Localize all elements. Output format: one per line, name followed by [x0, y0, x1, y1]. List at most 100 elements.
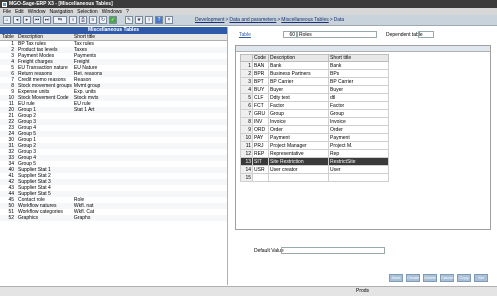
grid-row[interactable]: 11 PRJ Project Manager Project M. [240, 141, 389, 150]
cell-code[interactable]: INV [252, 117, 269, 126]
refresh-icon[interactable]: ↻ [99, 16, 107, 24]
cell-short-title[interactable]: Factor [328, 101, 389, 110]
menu-help[interactable]: ? [126, 9, 129, 15]
tools-icon[interactable]: ✎ [125, 16, 133, 24]
grid-header-description[interactable]: Description [268, 54, 329, 62]
cell-short-title[interactable]: RestrictSite [328, 157, 389, 166]
breadcrumb-data-params[interactable]: Data and parameters [229, 17, 276, 23]
cell-short-title[interactable]: BP Carrier [328, 77, 389, 86]
last-icon[interactable]: ⏭ [43, 16, 51, 24]
grid-row[interactable]: 10 PAY Payment Payment [240, 133, 389, 142]
grid-row[interactable]: 3 BPT BP Carrier BP Carrier [240, 77, 389, 86]
table-number-field[interactable]: 60 [283, 31, 297, 38]
default-value-field[interactable] [281, 247, 385, 254]
cell-code[interactable]: FCT [252, 101, 269, 110]
save-button[interactable]: Save [389, 274, 403, 282]
cell-description[interactable]: Payment [268, 133, 329, 142]
cell-short-title[interactable]: Payment [328, 133, 389, 142]
cell-description[interactable]: Project Manager [268, 141, 329, 150]
cell-code[interactable]: REP [252, 149, 269, 158]
grid-row[interactable]: 8 INV Invoice Invoice [240, 117, 389, 126]
cell-code[interactable]: PAY [252, 133, 269, 142]
cell-code[interactable]: BUY [252, 85, 269, 94]
cell-description[interactable]: User creator [268, 165, 329, 174]
cell-code[interactable]: BPR [252, 69, 269, 78]
back-icon[interactable]: ◂ [13, 16, 21, 24]
sel-button[interactable]: Sel [474, 274, 488, 282]
help-icon[interactable]: ? [155, 16, 163, 24]
cell-code[interactable]: BAN [252, 61, 269, 70]
menu-file[interactable]: File [3, 9, 11, 15]
grid-row[interactable]: 14 USR User creator User [240, 165, 389, 174]
forward-icon[interactable]: ▸ [23, 16, 31, 24]
breadcrumb-development[interactable]: Development [195, 17, 224, 23]
grid-header-short-title[interactable]: Short title [328, 54, 389, 62]
info-icon[interactable]: i [145, 16, 153, 24]
print-icon[interactable]: ⎙ [79, 16, 87, 24]
grid-row[interactable]: 13 SIT Site Restriction RestrictSite [240, 157, 389, 166]
cell-code[interactable] [252, 173, 269, 182]
cell-description[interactable]: Ddty text [268, 93, 329, 102]
cell-code[interactable]: BPT [252, 77, 269, 86]
cell-description[interactable]: BP Carrier [268, 77, 329, 86]
cell-description[interactable]: Group [268, 109, 329, 118]
menu-navigation[interactable]: Navigation [49, 9, 73, 15]
grid-row[interactable]: 6 FCT Factor Factor [240, 101, 389, 110]
close-icon[interactable]: × [165, 16, 173, 24]
cell-code[interactable]: CLF [252, 93, 269, 102]
cell-short-title[interactable]: BPs [328, 69, 389, 78]
cell-short-title[interactable]: Buyer [328, 85, 389, 94]
menu-selection[interactable]: Selection [77, 9, 98, 15]
cell-description[interactable]: Business Partners [268, 69, 329, 78]
grid-row[interactable]: 5 CLF Ddty text dtl [240, 93, 389, 102]
table-row[interactable]: 52 Graphics Graphs [0, 215, 227, 221]
create-button[interactable]: Create [406, 274, 420, 282]
cancel-button[interactable]: Cancel [440, 274, 454, 282]
cell-description[interactable]: Factor [268, 101, 329, 110]
cell-short-title[interactable]: Invoice [328, 117, 389, 126]
grid-row[interactable]: 2 BPR Business Partners BPs [240, 69, 389, 78]
breadcrumb-misc-tables[interactable]: Miscellaneous Tables [281, 17, 328, 23]
grid-row[interactable]: 4 BUY Buyer Buyer [240, 85, 389, 94]
grid-row[interactable]: 1 BAN Bank Bank [240, 61, 389, 70]
grid-header-code[interactable]: Code [252, 54, 269, 62]
cell-code[interactable]: PRJ [252, 141, 269, 150]
table-label[interactable]: Table [239, 32, 251, 38]
star-icon[interactable]: ★ [135, 16, 143, 24]
menu-window[interactable]: Window [28, 9, 46, 15]
col-header-table[interactable]: Table [0, 34, 16, 41]
list-icon[interactable]: ≡ [89, 16, 97, 24]
cell-code[interactable]: USR [252, 165, 269, 174]
cell-code[interactable]: SIT [252, 157, 269, 166]
home-icon[interactable]: ⌂ [3, 16, 11, 24]
cell-description[interactable]: Buyer [268, 85, 329, 94]
dependent-table-field[interactable] [418, 31, 434, 38]
cell-description[interactable] [268, 173, 329, 182]
cell-description[interactable]: Invoice [268, 117, 329, 126]
ok-icon[interactable]: ✓ [109, 16, 117, 24]
cell-description[interactable]: Site Restriction [268, 157, 329, 166]
cell-code[interactable]: GRU [252, 109, 269, 118]
grid-row[interactable]: 9 ORD Order Order [240, 125, 389, 134]
first-icon[interactable]: ⏮ [33, 16, 41, 24]
search-icon[interactable]: ⌕ [69, 16, 77, 24]
cell-code[interactable]: ORD [252, 125, 269, 134]
cell-description[interactable]: Order [268, 125, 329, 134]
menu-edit[interactable]: Edit [15, 9, 24, 15]
cell-description[interactable]: Bank [268, 61, 329, 70]
cell-short-title[interactable]: dtl [328, 93, 389, 102]
cell-short-title[interactable]: User [328, 165, 389, 174]
grid-row[interactable]: 15 [240, 173, 389, 182]
cell-short-title[interactable]: Project M. [328, 141, 389, 150]
cell-short-title[interactable] [328, 173, 389, 182]
menu-windows[interactable]: Windows [102, 9, 122, 15]
cell-description[interactable]: Representative [268, 149, 329, 158]
cell-short-title[interactable]: Group [328, 109, 389, 118]
cell-short-title[interactable]: Rep [328, 149, 389, 158]
copy-button[interactable]: Copy [457, 274, 471, 282]
cell-short-title[interactable]: Order [328, 125, 389, 134]
record-nav-icon[interactable]: ⇆ [53, 16, 67, 24]
delete-button[interactable]: Delete [423, 274, 437, 282]
grid-row[interactable]: 7 GRU Group Group [240, 109, 389, 118]
grid-row[interactable]: 12 REP Representative Rep [240, 149, 389, 158]
